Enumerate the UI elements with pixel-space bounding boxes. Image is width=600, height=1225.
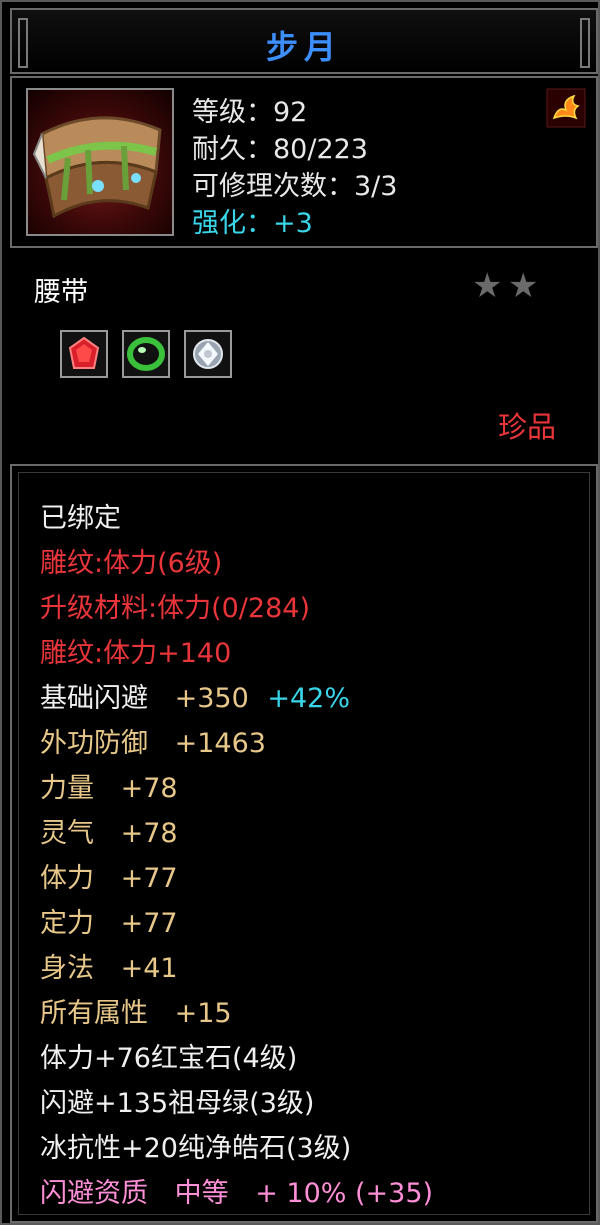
- item-durability: 耐久：80/223: [192, 134, 368, 165]
- bound-status: 已绑定: [40, 503, 121, 534]
- gem-socket-1: 体力+76红宝石(4级): [40, 1043, 298, 1074]
- all-attributes-value: +15: [174, 998, 232, 1029]
- vitality-line: 体力 +77: [40, 856, 178, 895]
- spirit-label: 灵气: [40, 818, 94, 849]
- agility-label: 身法: [40, 953, 94, 984]
- vitality-label: 体力: [40, 863, 94, 894]
- belt-icon[interactable]: [26, 88, 174, 236]
- agility-line: 身法 +41: [40, 946, 178, 985]
- ruby-gem-icon[interactable]: [60, 330, 108, 378]
- star-icon: ★: [508, 266, 539, 306]
- all-attributes-line: 所有属性 +15: [40, 991, 232, 1030]
- strength-line: 力量 +78: [40, 766, 178, 805]
- diamond-gem-icon[interactable]: [184, 330, 232, 378]
- item-type: 腰带: [34, 277, 88, 308]
- star-icon: ★: [472, 266, 503, 306]
- item-summary-panel: 等级：92 耐久：80/223 可修理次数：3/3 强化：+3: [10, 76, 598, 248]
- focus-label: 定力: [40, 908, 94, 939]
- strength-value: +78: [120, 773, 178, 804]
- item-type-panel: 腰带 ★ ★ 珍品: [10, 254, 594, 460]
- aptitude-line: 闪避资质 中等 + 10% (+35): [40, 1171, 433, 1210]
- upgrade-material-line: 升级材料:体力(0/284): [40, 593, 310, 624]
- title-bar: 步月: [10, 8, 598, 74]
- spirit-value: +78: [120, 818, 178, 849]
- strength-label: 力量: [40, 773, 94, 804]
- item-tooltip: 步月 等级：92 耐久：80/223 可修理次数：3/3 强化：+3 腰带 ★ …: [0, 0, 600, 1225]
- aptitude-value: + 10% (+35): [255, 1178, 434, 1209]
- attributes-panel: 已绑定 雕纹:体力(6级) 升级材料:体力(0/284) 雕纹:体力+140 基…: [10, 464, 598, 1223]
- aptitude-grade: 中等: [174, 1178, 229, 1209]
- all-attributes-label: 所有属性: [40, 998, 148, 1029]
- gem-socket-3: 冰抗性+20纯净皓石(3级): [40, 1133, 352, 1164]
- item-enhancement: 强化：+3: [192, 208, 313, 239]
- dodge-value: +350: [174, 683, 249, 714]
- item-name: 步月: [265, 28, 342, 66]
- dodge-percent: +42%: [267, 683, 350, 714]
- vitality-value: +77: [120, 863, 178, 894]
- focus-line: 定力 +77: [40, 901, 178, 940]
- fire-icon: [546, 88, 586, 128]
- aptitude-label: 闪避资质: [40, 1178, 148, 1209]
- dodge-label: 基础闪避: [40, 683, 148, 714]
- item-level: 等级：92: [192, 97, 308, 128]
- emerald-gem-icon[interactable]: [122, 330, 170, 378]
- engraving-line: 雕纹:体力(6级): [40, 548, 223, 579]
- spirit-line: 灵气 +78: [40, 811, 178, 850]
- engraving-bonus-line: 雕纹:体力+140: [40, 638, 232, 669]
- defense-line: 外功防御 +1463: [40, 721, 266, 760]
- dodge-line: 基础闪避 +350 +42%: [40, 676, 350, 715]
- focus-value: +77: [120, 908, 178, 939]
- defense-label: 外功防御: [40, 728, 148, 759]
- item-repair-count: 可修理次数：3/3: [192, 171, 398, 202]
- gem-socket-2: 闪避+135祖母绿(3级): [40, 1088, 315, 1119]
- agility-value: +41: [120, 953, 178, 984]
- item-rarity: 珍品: [497, 410, 556, 444]
- defense-value: +1463: [174, 728, 266, 759]
